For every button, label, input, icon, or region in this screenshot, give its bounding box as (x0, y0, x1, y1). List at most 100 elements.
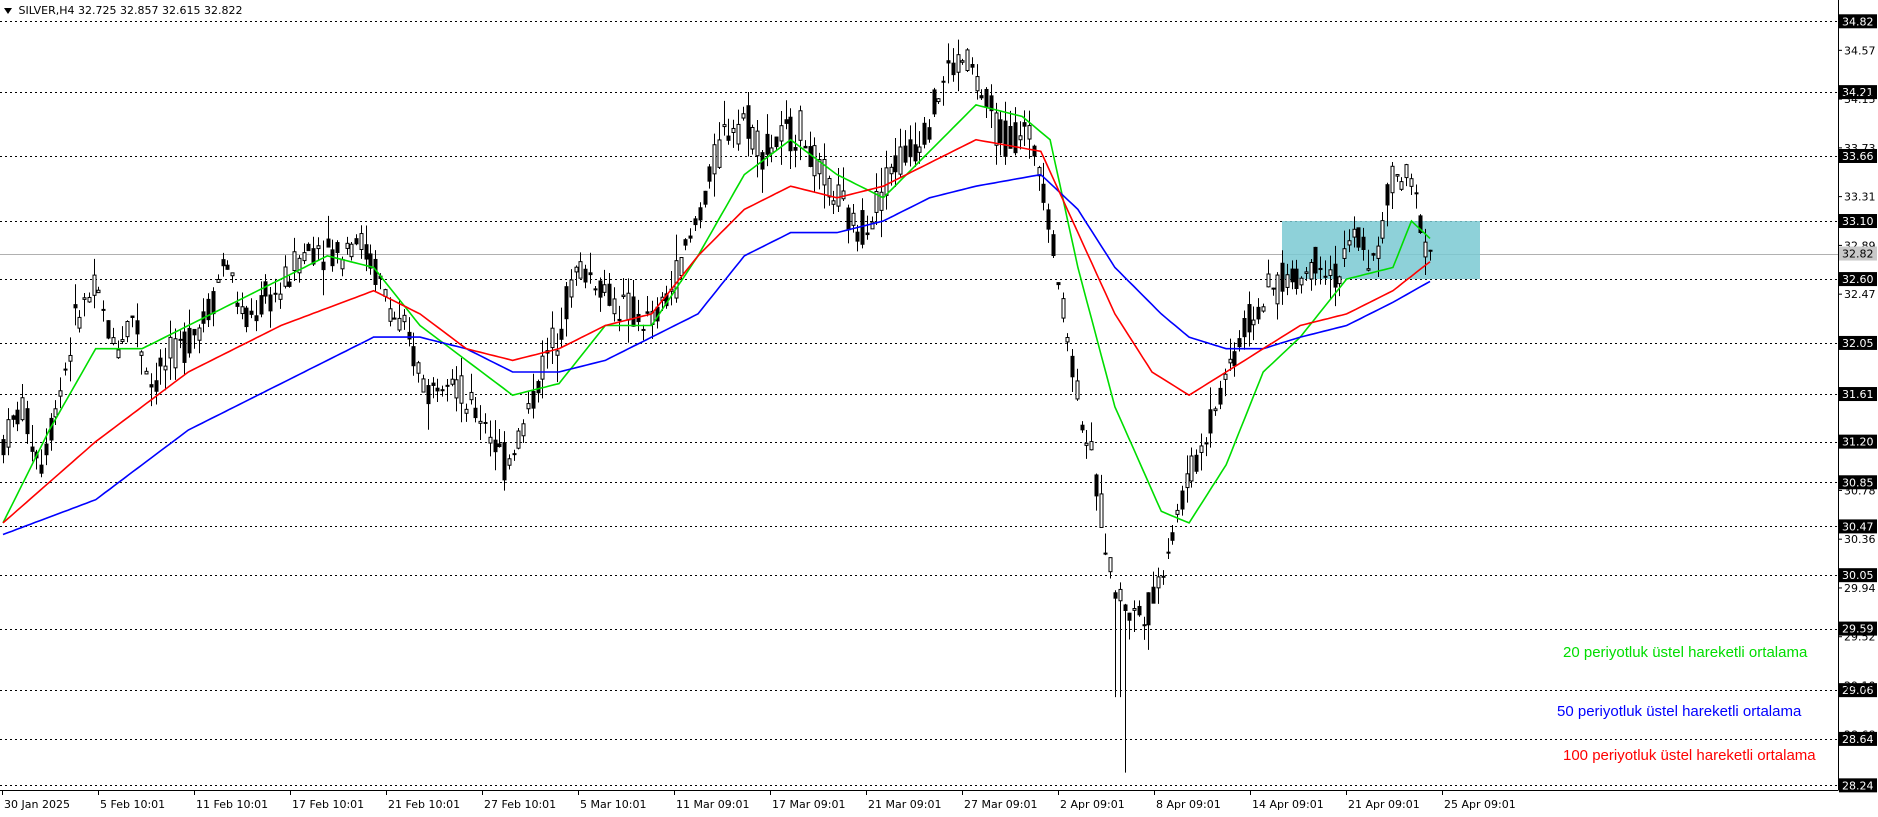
candle-body (913, 144, 918, 162)
chart-area[interactable]: 34.82 34.57 34.21 34.15 33.73 33.66 33.31 33.10… (0, 0, 1878, 817)
candle-body (402, 314, 407, 323)
candle-body (645, 311, 650, 314)
candle-body (53, 408, 58, 418)
candle-body (116, 349, 121, 359)
candle-body (359, 233, 364, 251)
symbol-header: SILVER,H4 32.725 32.857 32.615 32.822 (4, 4, 242, 17)
price-tag-label: 32.82 (1842, 248, 1874, 261)
candle-body (411, 346, 416, 367)
candle-body (130, 315, 135, 318)
candle-body (20, 397, 25, 421)
candle-body (855, 231, 860, 242)
candle-body (459, 375, 464, 404)
candle-body (1070, 355, 1075, 378)
candle-body (235, 302, 240, 307)
candle-body (1, 439, 6, 456)
candle-body (268, 294, 273, 312)
candle-body (1094, 474, 1099, 497)
candle-body (540, 355, 545, 380)
candle-body (812, 145, 817, 177)
candle-body (793, 147, 798, 151)
candle-body (1061, 298, 1066, 319)
price-tag-label: 33.66 (1842, 150, 1874, 163)
candle-body (1137, 605, 1142, 616)
candle-body (860, 210, 865, 245)
candle-body (612, 298, 617, 315)
candle-body (263, 281, 268, 297)
candle-body (316, 245, 321, 250)
candle-body (822, 158, 827, 186)
candle-body (421, 378, 426, 393)
legend-ema-50: 50 periyotluk üstel hareketli ortalama (1557, 703, 1802, 720)
candle-body (144, 370, 149, 375)
candle-body (1003, 120, 1008, 157)
candle-body (345, 242, 350, 249)
candle-body (1065, 337, 1070, 343)
candle-body (1123, 604, 1128, 611)
candle-body (1146, 592, 1151, 626)
legend-ema-20: 20 periyotluk üstel hareketli ortalama (1563, 644, 1808, 661)
candle-body (841, 190, 846, 200)
axes: 34.8234.5734.2134.1533.7333.6633.3133.10… (0, 0, 1877, 811)
candle-body (63, 368, 68, 371)
candle-body (388, 308, 393, 322)
candle-body (1232, 351, 1237, 367)
candle-body (960, 60, 965, 63)
price-tag-label: 28.24 (1842, 779, 1874, 792)
candle-body (1380, 220, 1385, 239)
candle-body (216, 278, 221, 283)
candle-body (1113, 592, 1118, 599)
candle-body (1084, 442, 1089, 446)
candle-body (158, 357, 163, 367)
y-tick-label: 29.10 (1844, 679, 1876, 692)
candle-body (512, 453, 517, 456)
y-tick-label: 34.57 (1844, 44, 1876, 57)
price-tag-label: 30.47 (1842, 520, 1874, 533)
candle-body (607, 283, 612, 306)
candle-body (1356, 227, 1361, 248)
price-tag-label: 32.05 (1842, 337, 1874, 350)
candle-body (326, 238, 331, 248)
candle-body (211, 291, 216, 315)
candle-body (1423, 241, 1428, 258)
x-tick-label: 21 Feb 10:01 (388, 798, 460, 811)
x-tick-label: 11 Feb 10:01 (196, 798, 268, 811)
candle-body (469, 391, 474, 401)
candle-body (1185, 473, 1190, 489)
candle-body (1151, 586, 1156, 604)
candle-body (287, 281, 292, 287)
candle-body (502, 442, 507, 481)
candle-body (1142, 624, 1147, 627)
candle-body (1103, 552, 1108, 555)
candle-body (994, 112, 999, 146)
candle-body (1256, 306, 1261, 320)
candle-body (674, 260, 679, 299)
x-tick-label: 8 Apr 09:01 (1156, 798, 1221, 811)
price-tag-label: 32.60 (1842, 273, 1874, 286)
dropdown-triangle-icon[interactable] (4, 8, 12, 14)
candle-body (1166, 551, 1171, 554)
candle-body (688, 235, 693, 239)
candle-body (273, 292, 278, 295)
candle-body (240, 306, 245, 315)
candle-body (1333, 263, 1338, 288)
candle-body (836, 184, 841, 207)
candle-body (746, 105, 751, 139)
candle-body (1371, 253, 1376, 256)
candle-body (450, 378, 455, 385)
candle-body (96, 289, 101, 294)
candle-body (1223, 373, 1228, 380)
candle-body (139, 351, 144, 356)
candle-body (965, 49, 970, 72)
candle-body (1366, 268, 1371, 271)
candle-body (197, 327, 202, 341)
x-tick-label: 5 Mar 10:01 (580, 798, 646, 811)
candle-body (244, 307, 249, 328)
candle-body (975, 76, 980, 92)
chart-svg[interactable]: 34.8234.5734.2134.1533.7333.6633.3133.10… (0, 0, 1878, 817)
candle-body (831, 200, 836, 205)
candle-body (1132, 608, 1137, 611)
y-tick-label: 32.47 (1844, 288, 1876, 301)
candle-body (936, 98, 941, 103)
price-tag-label: 28.64 (1842, 733, 1874, 746)
